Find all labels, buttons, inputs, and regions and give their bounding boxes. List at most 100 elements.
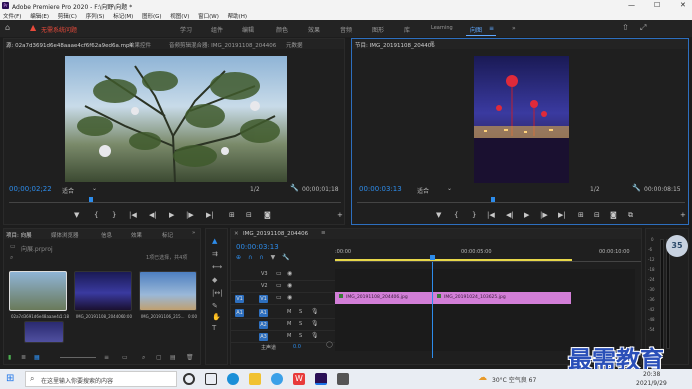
hand-icon[interactable]: ✋ [212,313,221,321]
cortana-icon[interactable] [183,373,195,385]
track-v3-eye-icon[interactable]: ◉ [287,270,292,277]
zoom-slider[interactable] [60,357,96,358]
project-clip-1[interactable]: 02a7d3691d6e48aaae4c... 1:18 [9,271,69,319]
search-icon[interactable]: ⌕ [10,254,13,262]
project-clip-4[interactable] [24,321,64,343]
ws-tab-learn[interactable]: 学习 [180,25,192,34]
tab-project[interactable]: 项目: 向展 [6,231,32,239]
project-more-icon[interactable]: » [192,230,195,236]
track-v3-sync-icon[interactable]: ▭ [276,270,282,277]
automate-icon[interactable]: ▭ [122,354,128,361]
fullscreen-icon[interactable]: ⤢ [640,23,646,33]
track-v1-target[interactable]: V1 [259,295,268,303]
share-icon[interactable]: ⇧ [622,23,629,32]
timeline-timecode[interactable]: 00:00:03:13 [236,243,279,251]
new-bin-icon[interactable]: ▢ [156,354,162,361]
source-wrench-icon[interactable]: 🔧 [290,184,299,192]
timeline-clip-1[interactable]: IMG_20191108_204406.jpg [335,292,432,304]
lock-icon[interactable]: ▮ [8,354,11,361]
ws-menu-icon[interactable]: ≡ [489,25,494,32]
selection-tool-icon[interactable]: ▲ [212,237,217,245]
lift-icon[interactable]: ⊞ [578,211,584,219]
source-ratio[interactable]: 1/2 [250,186,260,193]
tab-info[interactable]: 信息 [101,231,112,239]
mark-in-icon[interactable]: { [94,211,98,219]
master-value[interactable]: 0.0 [293,344,301,350]
program-ratio[interactable]: 1/2 [590,186,600,193]
source-scrub-bar[interactable] [9,197,341,203]
compare-icon[interactable]: ⧉ [628,211,633,220]
ws-tab-assembly[interactable]: 组件 [211,25,223,34]
program-menu-icon[interactable]: ≡ [430,40,435,46]
ws-tab-learning[interactable]: Learning [431,25,453,31]
track-a1-target[interactable]: A1 [259,309,268,317]
type-icon[interactable]: T [212,324,216,332]
program-fit-dropdown[interactable]: 适合 [417,186,429,195]
program-timecode-in[interactable]: 00:00:03:13 [359,185,402,193]
clock-date[interactable]: 2021/9/29 [636,380,667,387]
program-fit-chevron-icon[interactable]: ⌄ [447,185,452,192]
snap-icon[interactable]: ⊕ [236,254,241,261]
track-v2-eye-icon[interactable]: ◉ [287,282,292,289]
source-timecode-in[interactable]: 00;00;02;22 [9,185,52,193]
track-a3-target[interactable]: A3 [259,333,268,341]
tab-source[interactable]: 源: 02a7d3691d6e48aaae4cf6f62a9ed6a.mp4 [6,41,133,49]
track-a2-mute[interactable]: M [287,321,291,327]
ws-tab-active[interactable]: 向图 [470,25,482,34]
track-a2-mic-icon[interactable]: 🎙 [311,320,319,327]
time-ruler[interactable]: :00:00 00:00:05:00 00:00:10:00 [335,248,641,262]
project-clip-2[interactable]: IMG_20191108_204406... 0:00 [74,271,132,319]
timeline-settings-icon[interactable]: 🔧 [282,254,289,261]
work-area-bar[interactable] [335,259,572,261]
home-icon[interactable]: ⌂ [5,23,10,32]
insert-icon[interactable]: ⊞ [229,211,235,219]
edge-icon[interactable] [227,373,239,385]
qq-icon[interactable] [271,373,283,385]
program-add-button[interactable]: + [680,211,686,219]
new-item-icon[interactable]: ▤ [170,354,176,361]
project-clip-3[interactable]: IMG_20191106_215... 0:00 [139,271,197,319]
step-forward-icon[interactable]: |▶ [186,211,194,219]
program-camera-icon[interactable]: ◙ [610,211,617,219]
ws-more-icon[interactable]: » [512,25,516,32]
program-title[interactable]: 节目: IMG_20191108_204406 [355,41,435,49]
task-view-icon[interactable] [205,373,217,385]
source-fit-chevron-icon[interactable]: ⌄ [92,185,97,192]
trash-icon[interactable]: 🗑 [186,354,194,361]
track-a2-solo[interactable]: S [299,321,302,327]
track-select-icon[interactable]: ⇉ [212,250,218,258]
program-playhead[interactable] [491,197,495,202]
ws-tab-effects[interactable]: 效果 [308,25,320,34]
taskbar-search[interactable]: ⌕ 在这里输入你要搜索的内容 [25,371,177,387]
ws-tab-graphics[interactable]: 图形 [372,25,384,34]
windows-start-icon[interactable]: ⊞ [6,373,14,384]
source-add-button[interactable]: + [337,211,343,219]
step-back-icon[interactable]: ◀| [149,211,157,219]
source-playhead[interactable] [89,197,93,202]
program-step-back-icon[interactable]: ◀| [506,211,514,219]
track-v2-sync-icon[interactable]: ▭ [276,282,282,289]
track-a1-solo[interactable]: S [299,309,302,315]
track-a3-mic-icon[interactable]: 🎙 [311,332,319,339]
link-icon[interactable]: ∩ [248,254,252,261]
track-area[interactable] [335,262,635,358]
tab-markers[interactable]: 标记 [162,231,173,239]
track-v1-eye-icon[interactable]: ◉ [287,294,292,301]
timeline-clip-2[interactable]: IMG_20191024_103625.jpg [433,292,571,304]
timeline-scroll-icon[interactable]: ◯ [326,341,333,348]
program-mark-out-icon[interactable]: } [472,211,476,219]
ws-tab-library[interactable]: 库 [404,25,410,34]
icon-view-icon[interactable]: ▦ [34,354,40,361]
ws-tab-edit[interactable]: 编辑 [242,25,254,34]
tab-media-browser[interactable]: 媒体浏览器 [51,231,79,239]
overwrite-icon[interactable]: ⊟ [246,211,252,219]
program-go-to-in-icon[interactable]: |◀ [487,211,495,219]
tab-metadata[interactable]: 元数据 [286,41,303,49]
ws-tab-audio[interactable]: 音频 [340,25,352,34]
track-a1-source-patch[interactable]: A1 [235,309,244,317]
track-a1-mute[interactable]: M [287,309,291,315]
timeline-menu-icon[interactable]: ≡ [321,230,326,236]
clock-time[interactable]: 20:38 [643,371,660,378]
marker-icon[interactable]: ▼ [74,211,79,219]
tab-audio-mixer[interactable]: 音频剪辑混合器: IMG_20191108_204406 [169,41,276,49]
